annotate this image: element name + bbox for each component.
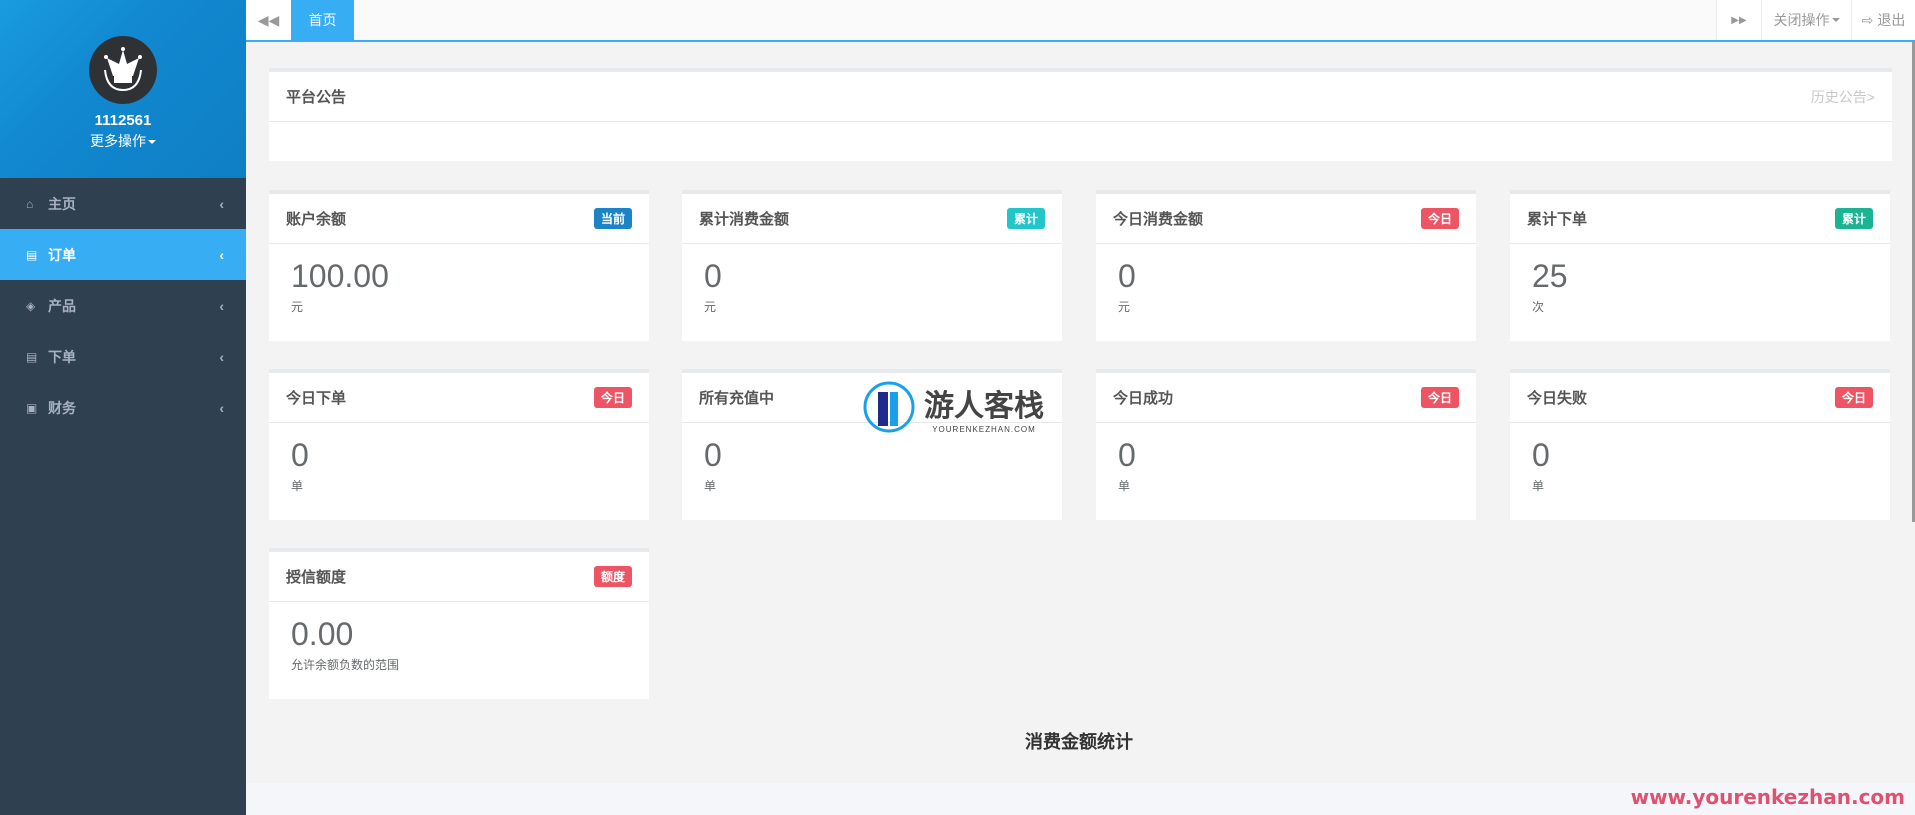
card-unit: 元 [704, 300, 717, 315]
card-title: 今日失败 [1527, 390, 1588, 407]
sidebar-item-3[interactable]: ▤ 下单 ‹ [0, 331, 246, 382]
card-unit: 单 [291, 479, 304, 494]
watermark-logo-sub: YOURENKEZHAN.COM [932, 424, 1036, 434]
more-actions-label: 更多操作 [90, 133, 146, 149]
card-title: 累计消费金额 [699, 211, 790, 228]
scroll-tabs-left-button[interactable]: ◀◀ [246, 0, 291, 40]
sidebar: 1112561 更多操作 ⌂ 主页 ‹ ▤ 订单 ‹ ◈ 产品 ‹ ▤ 下单 ‹ ▣ 财务 ‹ [0, 0, 246, 815]
sign-out-icon: ⇨ [1861, 11, 1874, 28]
chevron-left-icon: ‹ [219, 399, 224, 416]
card-value: 0 [1118, 258, 1136, 294]
logout-button[interactable]: ⇨ 退出 [1851, 0, 1915, 40]
watermark-logo-icon [863, 381, 915, 433]
sidebar-item-label: 下单 [48, 348, 76, 365]
watermark-logo: 游人客栈 YOURENKEZHAN.COM [862, 380, 1044, 434]
card-unit: 允许余额负数的范围 [291, 658, 400, 673]
close-operations-dropdown[interactable]: 关闭操作 [1761, 0, 1851, 40]
stat-card: 授信额度 额度 0.00 允许余额负数的范围 [269, 548, 649, 699]
card-badge: 当前 [593, 208, 632, 229]
tab-home[interactable]: 首页 [291, 0, 354, 40]
stat-card: 今日成功 今日 0 单 [1096, 369, 1476, 520]
card-unit: 单 [704, 479, 717, 494]
card-unit: 元 [1118, 300, 1131, 315]
avatar[interactable] [89, 36, 157, 104]
card-badge: 今日 [593, 387, 632, 408]
card-title: 今日成功 [1113, 390, 1174, 407]
card-unit: 元 [291, 300, 304, 315]
notice-title: 平台公告 [286, 89, 347, 106]
top-tab-bar: ◀◀ 首页 ▶▶ 关闭操作 ⇨ 退出 [246, 0, 1915, 42]
card-badge: 今日 [1420, 208, 1459, 229]
scroll-tabs-right-button[interactable]: ▶▶ [1716, 0, 1761, 40]
card-title: 今日下单 [286, 390, 347, 407]
chevron-left-icon: ‹ [219, 348, 224, 365]
sidebar-item-1[interactable]: ▤ 订单 ‹ [0, 229, 246, 280]
sidebar-item-0[interactable]: ⌂ 主页 ‹ [0, 178, 246, 229]
caret-down-icon [1831, 18, 1840, 22]
card-title: 授信额度 [286, 569, 347, 586]
stat-card: 累计消费金额 累计 0 元 [682, 190, 1062, 341]
double-right-icon: ▶▶ [1731, 14, 1747, 26]
sidebar-item-2[interactable]: ◈ 产品 ‹ [0, 280, 246, 331]
card-value: 0 [291, 437, 309, 473]
card-value: 25 [1532, 258, 1568, 294]
profile-header: 1112561 更多操作 [0, 0, 246, 178]
cube-icon: ◈ [26, 298, 36, 313]
card-title: 所有充值中 [699, 390, 775, 407]
card-unit: 单 [1118, 479, 1131, 494]
card-value: 0.00 [291, 616, 354, 652]
history-notices-link[interactable]: 历史公告> [1811, 87, 1875, 107]
stat-card: 今日消费金额 今日 0 元 [1096, 190, 1476, 341]
consumption-stats-title: 消费金额统计 [1025, 732, 1133, 752]
card-badge: 累计 [1834, 208, 1873, 229]
stat-card: 累计下单 累计 25 次 [1510, 190, 1890, 341]
file-icon: ▤ [26, 247, 38, 262]
card-value: 0 [1532, 437, 1550, 473]
chevron-left-icon: ‹ [219, 246, 224, 263]
double-left-icon: ◀◀ [257, 11, 280, 28]
stat-card: 账户余额 当前 100.00 元 [269, 190, 649, 341]
card-title: 今日消费金额 [1113, 211, 1204, 228]
card-title: 账户余额 [286, 211, 347, 228]
card-badge: 今日 [1420, 387, 1459, 408]
sidebar-item-4[interactable]: ▣ 财务 ‹ [0, 382, 246, 433]
more-actions-dropdown[interactable]: 更多操作 [0, 131, 246, 151]
card-value: 0 [704, 258, 722, 294]
home-icon: ⌂ [26, 196, 34, 211]
card-unit: 单 [1532, 479, 1545, 494]
money-icon: ▣ [26, 400, 38, 415]
file-icon: ▤ [26, 349, 38, 364]
watermark-logo-text: 游人客栈 [924, 388, 1044, 424]
card-value: 100.00 [291, 258, 389, 294]
caret-down-icon [148, 140, 156, 145]
sidebar-item-label: 订单 [48, 246, 76, 263]
chevron-left-icon: ‹ [219, 195, 224, 212]
sidebar-item-label: 产品 [48, 297, 76, 314]
card-badge: 额度 [593, 566, 632, 587]
card-badge: 累计 [1006, 208, 1045, 229]
card-badge: 今日 [1834, 387, 1873, 408]
chevron-left-icon: ‹ [219, 297, 224, 314]
username: 1112561 [94, 112, 152, 129]
card-value: 0 [1118, 437, 1136, 473]
notice-panel: 平台公告 历史公告> [269, 68, 1892, 161]
watermark-url: www.yourenkezhan.com [1630, 785, 1905, 809]
sidebar-item-label: 财务 [48, 399, 76, 416]
jester-logo-icon [104, 47, 142, 92]
sidebar-item-label: 主页 [48, 195, 76, 212]
card-title: 累计下单 [1527, 211, 1588, 228]
close-operations-label: 关闭操作 [1773, 12, 1830, 28]
logout-label: 退出 [1877, 12, 1906, 28]
stat-card: 今日下单 今日 0 单 [269, 369, 649, 520]
card-unit: 次 [1532, 300, 1545, 315]
stat-card: 今日失败 今日 0 单 [1510, 369, 1890, 520]
